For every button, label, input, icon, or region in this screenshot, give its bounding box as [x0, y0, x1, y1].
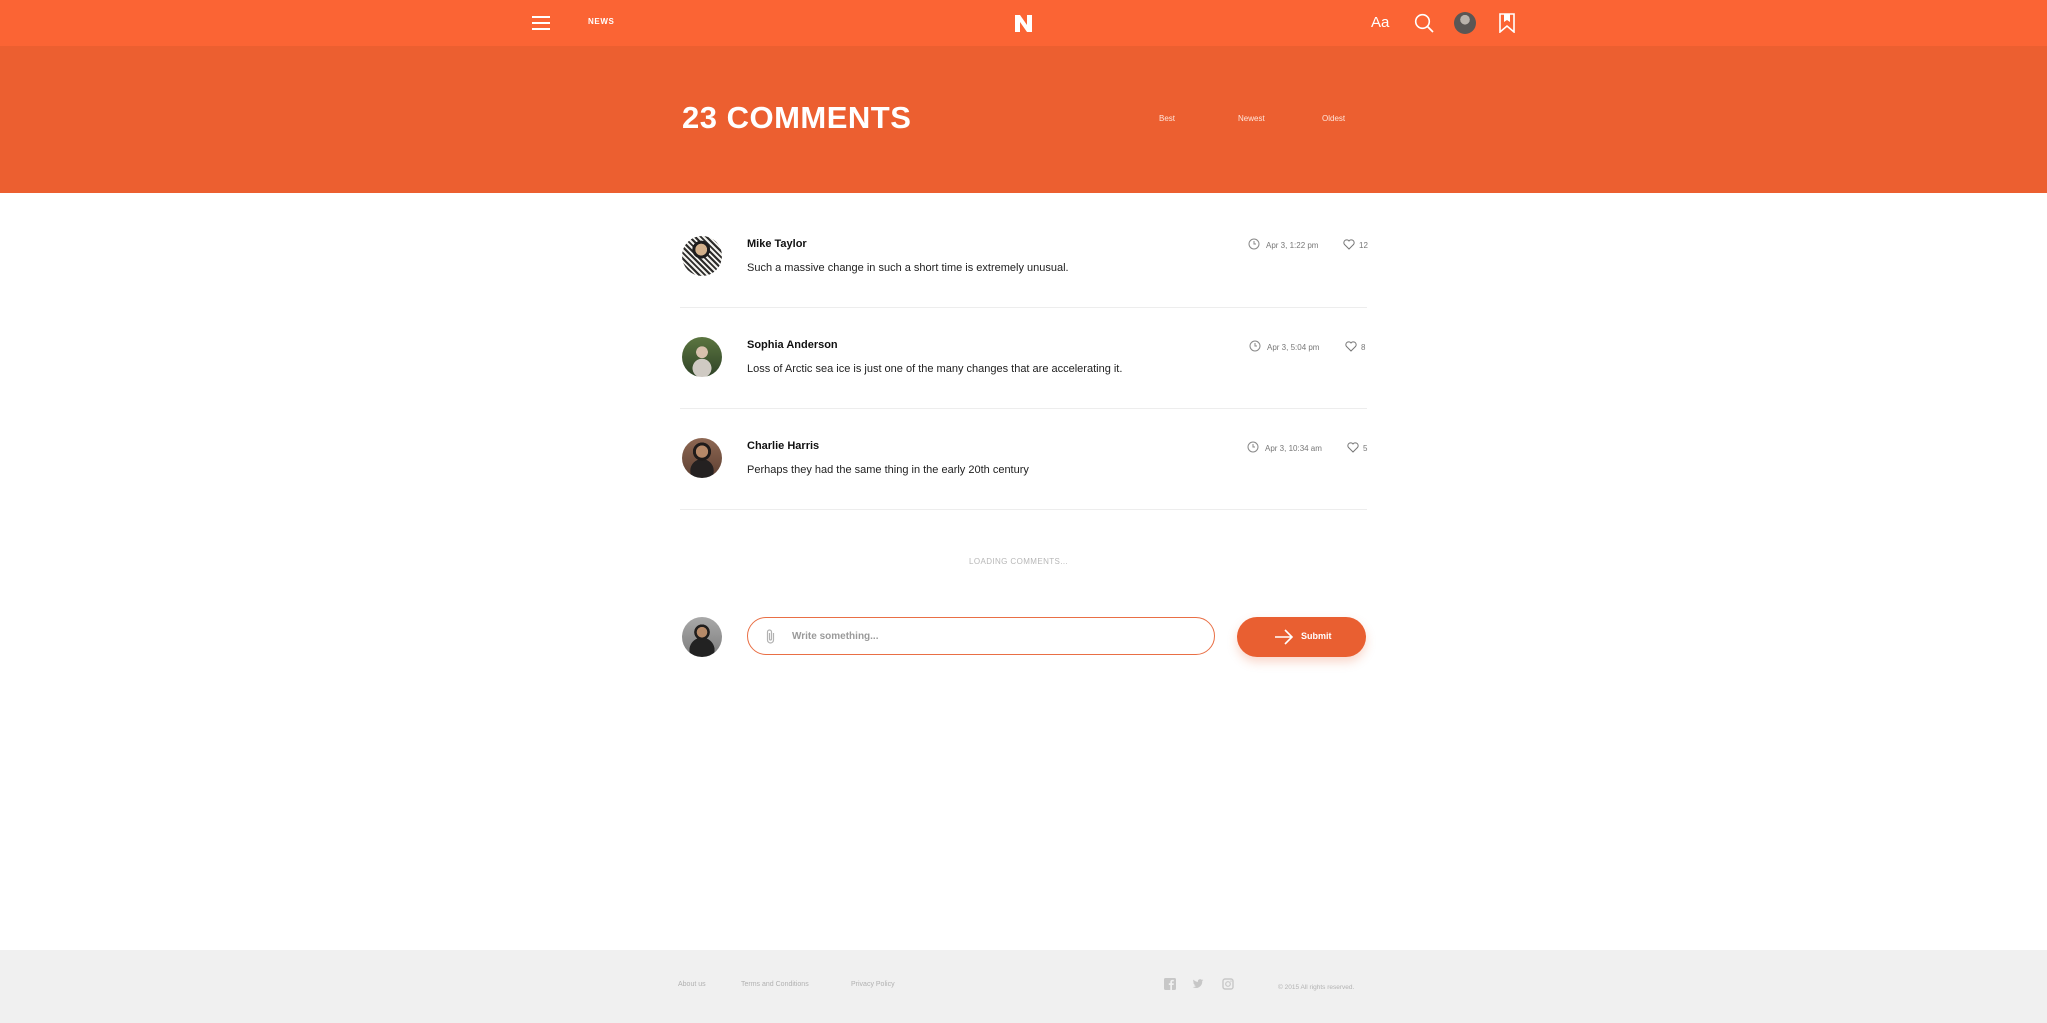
like-count: 5: [1363, 444, 1368, 453]
footer-link-terms[interactable]: Terms and Conditions: [741, 981, 809, 988]
clock-icon: [1247, 441, 1259, 453]
comment-text: Loss of Arctic sea ice is just one of th…: [747, 363, 1123, 375]
clock-icon: [1249, 340, 1261, 352]
footer-link-about[interactable]: About us: [678, 981, 706, 988]
sort-option-oldest[interactable]: Oldest: [1322, 114, 1345, 123]
comment-timestamp: Apr 3, 5:04 pm: [1267, 343, 1320, 352]
comment-timestamp: Apr 3, 10:34 am: [1265, 444, 1322, 453]
comment-text: Perhaps they had the same thing in the e…: [747, 464, 1029, 476]
arrow-right-icon: [1275, 629, 1294, 645]
comment-divider: [680, 509, 1367, 510]
logo-icon[interactable]: [1014, 14, 1034, 33]
comment-author[interactable]: Mike Taylor: [747, 238, 807, 250]
submit-label: Submit: [1301, 631, 1332, 641]
submit-button[interactable]: Submit: [1237, 617, 1366, 657]
comment-author[interactable]: Sophia Anderson: [747, 339, 838, 351]
comments-header-banner: [0, 46, 2047, 193]
comments-count-title: 23 COMMENTS: [682, 100, 912, 135]
clock-icon: [1248, 238, 1260, 250]
footer: [0, 950, 2047, 1023]
comment-text: Such a massive change in such a short ti…: [747, 262, 1069, 274]
paperclip-icon[interactable]: [765, 628, 777, 645]
bookmark-icon[interactable]: [1498, 13, 1516, 33]
heart-icon[interactable]: [1345, 341, 1357, 352]
comment-divider: [680, 307, 1367, 308]
comment-input-placeholder: Write something...: [792, 631, 879, 642]
comment-author[interactable]: Charlie Harris: [747, 440, 819, 452]
user-avatar[interactable]: [1454, 12, 1476, 34]
comment-avatar[interactable]: [682, 438, 722, 478]
nav-news-link[interactable]: NEWS: [588, 17, 614, 26]
sort-option-best[interactable]: Best: [1159, 114, 1175, 123]
comment-input[interactable]: Write something...: [747, 617, 1215, 655]
comment-divider: [680, 408, 1367, 409]
current-user-avatar[interactable]: [682, 617, 722, 657]
comment-avatar[interactable]: [682, 236, 722, 276]
footer-link-privacy[interactable]: Privacy Policy: [851, 981, 895, 988]
facebook-icon[interactable]: [1164, 978, 1176, 990]
heart-icon[interactable]: [1347, 442, 1359, 453]
loading-comments-text: LOADING COMMENTS...: [969, 557, 1069, 566]
sort-option-newest[interactable]: Newest: [1238, 114, 1265, 123]
font-size-icon[interactable]: Aa: [1371, 14, 1389, 31]
copyright-text: © 2015 All rights reserved.: [1278, 984, 1355, 991]
instagram-icon[interactable]: [1222, 978, 1234, 990]
like-count: 8: [1361, 343, 1366, 352]
search-icon[interactable]: [1414, 13, 1434, 33]
comment-avatar[interactable]: [682, 337, 722, 377]
menu-icon[interactable]: [532, 15, 550, 31]
like-count: 12: [1359, 241, 1368, 250]
heart-icon[interactable]: [1343, 239, 1355, 250]
comment-timestamp: Apr 3, 1:22 pm: [1266, 241, 1319, 250]
twitter-icon[interactable]: [1192, 978, 1204, 990]
